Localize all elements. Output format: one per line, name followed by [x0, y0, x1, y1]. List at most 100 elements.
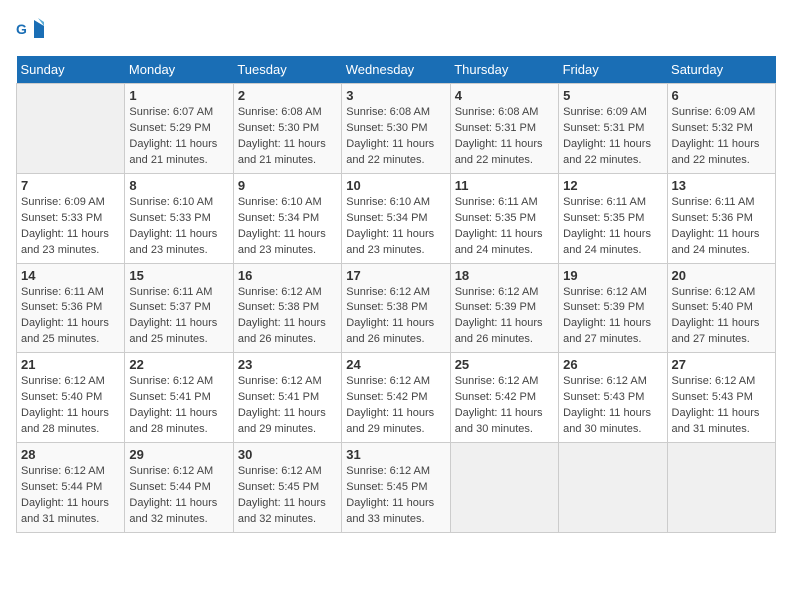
calendar-cell: 8 Sunrise: 6:10 AMSunset: 5:33 PMDaylight… [125, 173, 233, 263]
day-number: 4 [455, 88, 554, 103]
calendar-cell: 15Sunrise: 6:11 AMSunset: 5:37 PMDayligh… [125, 263, 233, 353]
header-sunday: Sunday [17, 56, 125, 84]
day-number: 30 [238, 447, 337, 462]
day-number: 14 [21, 268, 120, 283]
calendar-week-5: 28 Sunrise: 6:12 AMSunset: 5:44 PMDayligh… [17, 443, 776, 533]
day-number: 16 [238, 268, 337, 283]
day-info: Sunrise: 6:12 AMSunset: 5:41 PMDaylight:… [238, 374, 337, 438]
day-number: 19 [563, 268, 662, 283]
day-info: Sunrise: 6:10 AMSunset: 5:33 PMDaylight:… [129, 195, 228, 259]
calendar-cell [559, 443, 667, 533]
day-number: 3 [346, 88, 445, 103]
day-info: Sunrise: 6:12 AMSunset: 5:43 PMDaylight:… [563, 374, 662, 438]
day-number: 1 [129, 88, 228, 103]
day-number: 26 [563, 357, 662, 372]
day-number: 8 [129, 178, 228, 193]
calendar-cell: 7 Sunrise: 6:09 AMSunset: 5:33 PMDaylight… [17, 173, 125, 263]
day-number: 28 [21, 447, 120, 462]
day-info: Sunrise: 6:12 AMSunset: 5:42 PMDaylight:… [455, 374, 554, 438]
calendar-cell: 10 Sunrise: 6:10 AMSunset: 5:34 PMDayligh… [342, 173, 450, 263]
calendar-cell: 14Sunrise: 6:11 AMSunset: 5:36 PMDayligh… [17, 263, 125, 353]
calendar-cell: 25 Sunrise: 6:12 AMSunset: 5:42 PMDayligh… [450, 353, 558, 443]
page-header: G [16, 16, 776, 44]
day-number: 15 [129, 268, 228, 283]
calendar-cell: 22 Sunrise: 6:12 AMSunset: 5:41 PMDayligh… [125, 353, 233, 443]
day-info: Sunrise: 6:08 AMSunset: 5:30 PMDaylight:… [346, 105, 445, 169]
calendar-cell: 16 Sunrise: 6:12 AMSunset: 5:38 PMDayligh… [233, 263, 341, 353]
day-info: Sunrise: 6:12 AMSunset: 5:44 PMDaylight:… [129, 464, 228, 528]
calendar-cell [450, 443, 558, 533]
calendar-cell: 4 Sunrise: 6:08 AMSunset: 5:31 PMDaylight… [450, 84, 558, 174]
calendar-week-1: 1 Sunrise: 6:07 AMSunset: 5:29 PMDaylight… [17, 84, 776, 174]
calendar-table: SundayMondayTuesdayWednesdayThursdayFrid… [16, 56, 776, 533]
day-info: Sunrise: 6:12 AMSunset: 5:45 PMDaylight:… [346, 464, 445, 528]
day-info: Sunrise: 6:08 AMSunset: 5:30 PMDaylight:… [238, 105, 337, 169]
calendar-week-3: 14Sunrise: 6:11 AMSunset: 5:36 PMDayligh… [17, 263, 776, 353]
day-info: Sunrise: 6:11 AMSunset: 5:35 PMDaylight:… [563, 195, 662, 259]
day-info: Sunrise: 6:12 AMSunset: 5:38 PMDaylight:… [346, 285, 445, 349]
calendar-cell: 27Sunrise: 6:12 AMSunset: 5:43 PMDayligh… [667, 353, 775, 443]
calendar-cell: 18 Sunrise: 6:12 AMSunset: 5:39 PMDayligh… [450, 263, 558, 353]
calendar-cell: 30 Sunrise: 6:12 AMSunset: 5:45 PMDayligh… [233, 443, 341, 533]
calendar-cell [667, 443, 775, 533]
calendar-cell [17, 84, 125, 174]
day-info: Sunrise: 6:09 AMSunset: 5:31 PMDaylight:… [563, 105, 662, 169]
day-number: 17 [346, 268, 445, 283]
day-info: Sunrise: 6:12 AMSunset: 5:44 PMDaylight:… [21, 464, 120, 528]
day-number: 6 [672, 88, 771, 103]
day-number: 9 [238, 178, 337, 193]
header-saturday: Saturday [667, 56, 775, 84]
calendar-cell: 13Sunrise: 6:11 AMSunset: 5:36 PMDayligh… [667, 173, 775, 263]
header-wednesday: Wednesday [342, 56, 450, 84]
calendar-cell: 9Sunrise: 6:10 AMSunset: 5:34 PMDaylight… [233, 173, 341, 263]
day-info: Sunrise: 6:12 AMSunset: 5:42 PMDaylight:… [346, 374, 445, 438]
header-friday: Friday [559, 56, 667, 84]
day-number: 5 [563, 88, 662, 103]
day-info: Sunrise: 6:12 AMSunset: 5:40 PMDaylight:… [672, 285, 771, 349]
header-monday: Monday [125, 56, 233, 84]
day-number: 22 [129, 357, 228, 372]
day-info: Sunrise: 6:07 AMSunset: 5:29 PMDaylight:… [129, 105, 228, 169]
day-info: Sunrise: 6:12 AMSunset: 5:43 PMDaylight:… [672, 374, 771, 438]
calendar-cell: 1 Sunrise: 6:07 AMSunset: 5:29 PMDaylight… [125, 84, 233, 174]
day-number: 24 [346, 357, 445, 372]
calendar-week-4: 21Sunrise: 6:12 AMSunset: 5:40 PMDayligh… [17, 353, 776, 443]
day-info: Sunrise: 6:09 AMSunset: 5:32 PMDaylight:… [672, 105, 771, 169]
day-number: 11 [455, 178, 554, 193]
day-info: Sunrise: 6:10 AMSunset: 5:34 PMDaylight:… [346, 195, 445, 259]
calendar-cell: 24 Sunrise: 6:12 AMSunset: 5:42 PMDayligh… [342, 353, 450, 443]
calendar-cell: 11 Sunrise: 6:11 AMSunset: 5:35 PMDayligh… [450, 173, 558, 263]
header-tuesday: Tuesday [233, 56, 341, 84]
calendar-cell: 6 Sunrise: 6:09 AMSunset: 5:32 PMDaylight… [667, 84, 775, 174]
calendar-cell: 5 Sunrise: 6:09 AMSunset: 5:31 PMDaylight… [559, 84, 667, 174]
calendar-cell: 17 Sunrise: 6:12 AMSunset: 5:38 PMDayligh… [342, 263, 450, 353]
day-number: 25 [455, 357, 554, 372]
day-number: 2 [238, 88, 337, 103]
day-number: 10 [346, 178, 445, 193]
calendar-cell: 31 Sunrise: 6:12 AMSunset: 5:45 PMDayligh… [342, 443, 450, 533]
day-info: Sunrise: 6:12 AMSunset: 5:45 PMDaylight:… [238, 464, 337, 528]
calendar-cell: 21Sunrise: 6:12 AMSunset: 5:40 PMDayligh… [17, 353, 125, 443]
day-info: Sunrise: 6:12 AMSunset: 5:38 PMDaylight:… [238, 285, 337, 349]
calendar-cell: 23Sunrise: 6:12 AMSunset: 5:41 PMDayligh… [233, 353, 341, 443]
day-info: Sunrise: 6:08 AMSunset: 5:31 PMDaylight:… [455, 105, 554, 169]
day-number: 31 [346, 447, 445, 462]
day-info: Sunrise: 6:09 AMSunset: 5:33 PMDaylight:… [21, 195, 120, 259]
day-number: 12 [563, 178, 662, 193]
day-info: Sunrise: 6:12 AMSunset: 5:41 PMDaylight:… [129, 374, 228, 438]
calendar-week-2: 7 Sunrise: 6:09 AMSunset: 5:33 PMDaylight… [17, 173, 776, 263]
logo-icon: G [16, 16, 44, 44]
day-info: Sunrise: 6:12 AMSunset: 5:39 PMDaylight:… [563, 285, 662, 349]
day-info: Sunrise: 6:12 AMSunset: 5:39 PMDaylight:… [455, 285, 554, 349]
header-thursday: Thursday [450, 56, 558, 84]
calendar-cell: 26 Sunrise: 6:12 AMSunset: 5:43 PMDayligh… [559, 353, 667, 443]
calendar-cell: 19 Sunrise: 6:12 AMSunset: 5:39 PMDayligh… [559, 263, 667, 353]
day-number: 7 [21, 178, 120, 193]
day-number: 29 [129, 447, 228, 462]
calendar-header-row: SundayMondayTuesdayWednesdayThursdayFrid… [17, 56, 776, 84]
calendar-cell: 20Sunrise: 6:12 AMSunset: 5:40 PMDayligh… [667, 263, 775, 353]
logo: G [16, 16, 48, 44]
day-info: Sunrise: 6:12 AMSunset: 5:40 PMDaylight:… [21, 374, 120, 438]
day-info: Sunrise: 6:11 AMSunset: 5:35 PMDaylight:… [455, 195, 554, 259]
day-number: 18 [455, 268, 554, 283]
